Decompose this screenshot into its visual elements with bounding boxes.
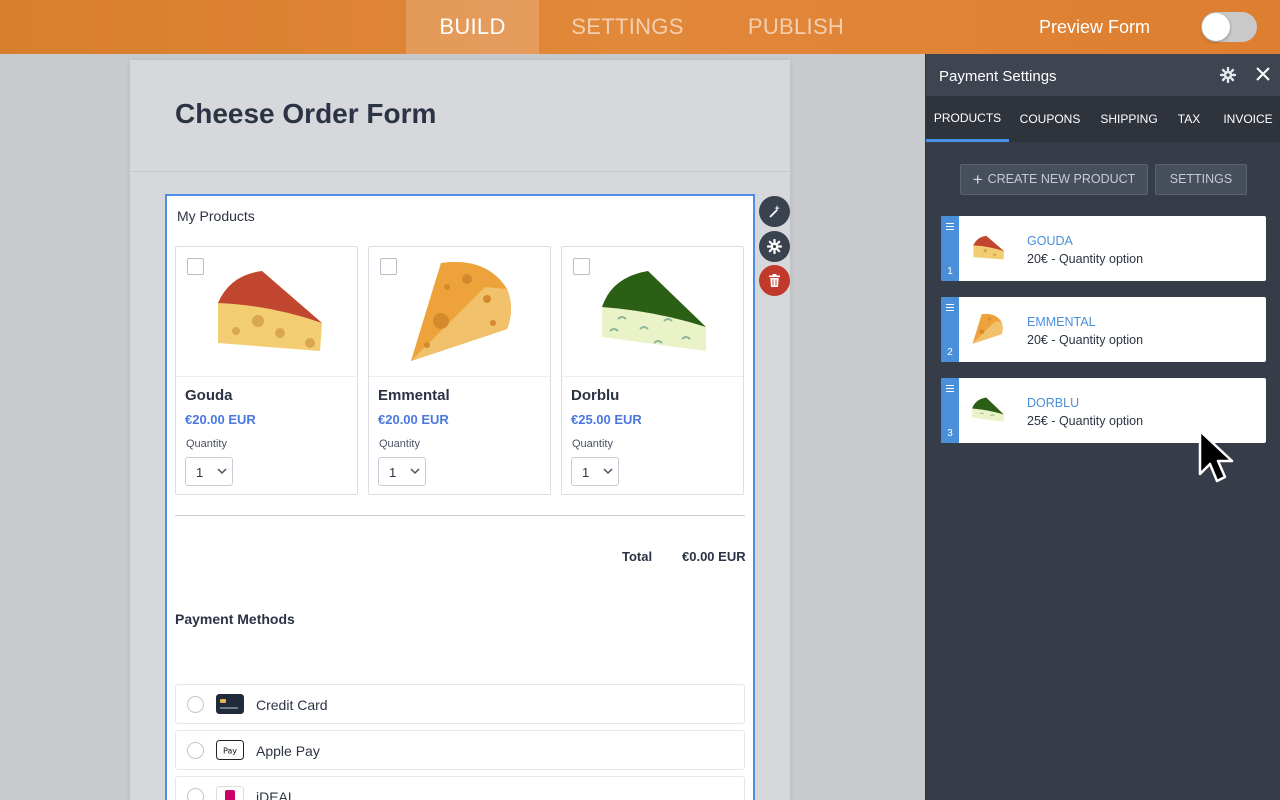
drag-handle-icon — [946, 385, 954, 392]
total-label: Total — [622, 549, 653, 564]
payment-methods-title: Payment Methods — [175, 611, 295, 627]
payment-settings-panel: Payment Settings PRODUCTS COUPONS SHIPPI… — [925, 54, 1280, 800]
product-item-description: 20€ - Quantity option — [1027, 252, 1144, 266]
gear-icon[interactable] — [1220, 67, 1236, 83]
tab-publish[interactable]: PUBLISH — [730, 0, 862, 54]
total-value: €0.00 EUR — [682, 549, 746, 564]
product-card-gouda[interactable]: Gouda €20.00 EUR Quantity 1 — [175, 246, 358, 495]
tab-shipping[interactable]: SHIPPING — [1094, 96, 1164, 142]
quantity-value: 1 — [196, 465, 204, 480]
product-card-dorblu[interactable]: Dorblu €25.00 EUR Quantity 1 — [561, 246, 744, 495]
product-checkbox[interactable] — [573, 258, 590, 275]
product-item-description: 20€ - Quantity option — [1027, 333, 1144, 347]
product-checkbox[interactable] — [380, 258, 397, 275]
tab-tax[interactable]: TAX — [1172, 96, 1206, 142]
product-item-description: 25€ - Quantity option — [1027, 414, 1144, 428]
tab-invoice[interactable]: INVOICE — [1220, 96, 1276, 142]
quantity-value: 1 — [582, 465, 590, 480]
product-list-item-gouda[interactable]: 1 GOUDA 20€ - Quantity option — [941, 216, 1266, 281]
emmental-thumbnail — [972, 313, 1003, 344]
emmental-cheese-icon — [411, 262, 511, 361]
product-checkbox[interactable] — [187, 258, 204, 275]
product-price: €25.00 EUR — [571, 412, 642, 427]
plus-icon: + — [972, 170, 983, 189]
delete-field-button[interactable] — [759, 265, 790, 296]
drag-handle-icon — [946, 223, 954, 230]
drag-handle-icon — [946, 304, 954, 311]
preview-form-label: Preview Form — [1038, 17, 1150, 37]
product-list-field[interactable]: My Products Gouda €20.00 EUR Quantity 1 — [165, 194, 755, 800]
dorblu-thumbnail — [972, 397, 1004, 422]
product-settings-button[interactable]: SETTINGS — [1155, 164, 1247, 195]
product-index: 2 — [947, 347, 953, 358]
chevron-down-icon — [603, 468, 613, 475]
tab-coupons[interactable]: COUPONS — [1013, 96, 1087, 142]
payment-method-label: iDEAL — [256, 789, 296, 800]
field-settings-button[interactable] — [759, 231, 790, 262]
quantity-label: Quantity — [186, 438, 227, 450]
payment-radio[interactable] — [187, 696, 204, 713]
panel-tabs: PRODUCTS COUPONS SHIPPING TAX INVOICE — [926, 96, 1280, 142]
chevron-down-icon — [217, 468, 227, 475]
toggle-knob — [1202, 13, 1230, 41]
product-card-emmental[interactable]: Emmental €20.00 EUR Quantity 1 — [368, 246, 551, 495]
top-navigation-bar: BUILD SETTINGS PUBLISH Preview Form — [0, 0, 1280, 54]
product-item-name: GOUDA — [1027, 234, 1073, 248]
product-price: €20.00 EUR — [185, 412, 256, 427]
product-name: Emmental — [378, 387, 450, 404]
product-index: 3 — [947, 428, 953, 439]
quantity-label: Quantity — [572, 438, 613, 450]
create-new-product-label: CREATE NEW PRODUCT — [987, 172, 1136, 186]
product-item-name: EMMENTAL — [1027, 315, 1096, 329]
trash-icon — [769, 274, 780, 287]
quantity-select[interactable]: 1 — [378, 457, 426, 486]
payment-method-credit-card[interactable]: Credit Card — [175, 684, 745, 724]
gouda-thumbnail — [973, 235, 1005, 260]
panel-title: Payment Settings — [939, 68, 1057, 85]
payment-radio[interactable] — [187, 788, 204, 800]
product-item-name: DORBLU — [1027, 396, 1080, 410]
drag-handle[interactable]: 2 — [941, 297, 959, 362]
svg-text:Pay: Pay — [223, 747, 237, 756]
drag-handle[interactable]: 3 — [941, 378, 959, 443]
apple-pay-icon: Pay — [216, 740, 244, 760]
tab-products[interactable]: PRODUCTS — [926, 96, 1009, 142]
divider — [175, 515, 745, 516]
create-new-product-button[interactable]: + CREATE NEW PRODUCT — [960, 164, 1148, 195]
gouda-cheese-icon — [218, 271, 322, 351]
form-header[interactable]: Cheese Order Form — [130, 60, 790, 172]
payment-method-apple-pay[interactable]: Pay Apple Pay — [175, 730, 745, 770]
tab-settings[interactable]: SETTINGS — [560, 0, 695, 54]
quantity-value: 1 — [389, 465, 397, 480]
payment-method-ideal[interactable]: iDEAL — [175, 776, 745, 800]
form-title[interactable]: Cheese Order Form — [175, 98, 436, 130]
wand-button[interactable] — [759, 196, 790, 227]
product-name: Dorblu — [571, 387, 620, 404]
panel-header: Payment Settings — [926, 54, 1280, 96]
product-price: €20.00 EUR — [378, 412, 449, 427]
payment-method-label: Credit Card — [256, 697, 328, 713]
magic-wand-icon — [769, 205, 781, 218]
quantity-label: Quantity — [379, 438, 420, 450]
quantity-select[interactable]: 1 — [571, 457, 619, 486]
field-label[interactable]: My Products — [177, 208, 255, 224]
credit-card-icon — [216, 694, 244, 714]
product-name: Gouda — [185, 387, 233, 404]
dorblu-cheese-icon — [602, 271, 706, 351]
product-list-item-emmental[interactable]: 2 EMMENTAL 20€ - Quantity option — [941, 297, 1266, 362]
drag-handle[interactable]: 1 — [941, 216, 959, 281]
preview-form-toggle[interactable] — [1201, 12, 1257, 42]
chevron-down-icon — [410, 468, 420, 475]
ideal-icon — [216, 786, 244, 800]
mouse-cursor-icon — [1198, 429, 1234, 483]
tab-build[interactable]: BUILD — [406, 0, 539, 54]
payment-method-label: Apple Pay — [256, 743, 320, 759]
product-index: 1 — [947, 266, 953, 277]
quantity-select[interactable]: 1 — [185, 457, 233, 486]
payment-radio[interactable] — [187, 742, 204, 759]
gear-icon — [767, 239, 782, 254]
close-icon[interactable] — [1255, 66, 1271, 82]
